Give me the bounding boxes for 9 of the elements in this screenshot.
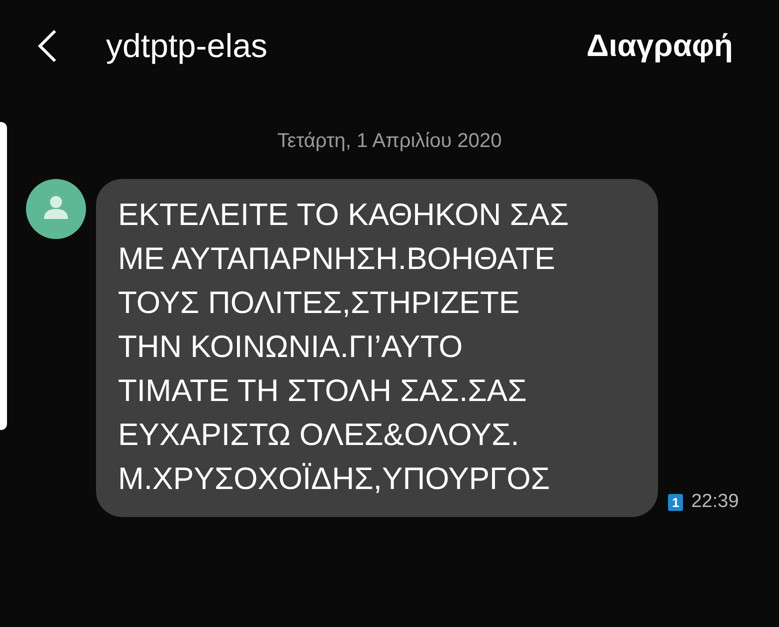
delete-button[interactable]: Διαγραφή — [586, 28, 733, 64]
conversation-title: ydtptp-elas — [106, 27, 268, 65]
date-divider: Τετάρτη, 1 Απριλίου 2020 — [276, 130, 503, 153]
message-time: 22:39 — [691, 491, 739, 513]
sim-badge: 1 — [668, 494, 684, 510]
avatar-icon — [26, 179, 86, 239]
back-button[interactable] — [36, 29, 58, 63]
message-bubble: ΕΚΤΕΛΕΙΤΕ ΤΟ ΚΑΘΗΚΟΝ ΣΑΣ ΜΕ ΑΥΤΑΠΑΡΝΗΣΗ.ΒΟΗΘΑΤΕ ΤΟΥΣ ΠΟΛΙΤΕΣ,ΣΤΗΡΙΖΕΤΕ ΤΗΝ ΚΟΙΝΩΝΙΑ.ΓΙ’ΑΥΤΟ ΤΙΜΑΤΕ ΤΗ ΣΤΟΛΗ ΣΑΣ.ΣΑΣ ΕΥΧΑΡΙΣΤΩ ΟΛΕΣ&ΟΛΟΥΣ. Μ.ΧΡΥΣΟΧΟΪΔΗΣ,ΥΠΟΥΡΓΟΣ — [96, 179, 658, 517]
back-icon — [36, 29, 58, 63]
